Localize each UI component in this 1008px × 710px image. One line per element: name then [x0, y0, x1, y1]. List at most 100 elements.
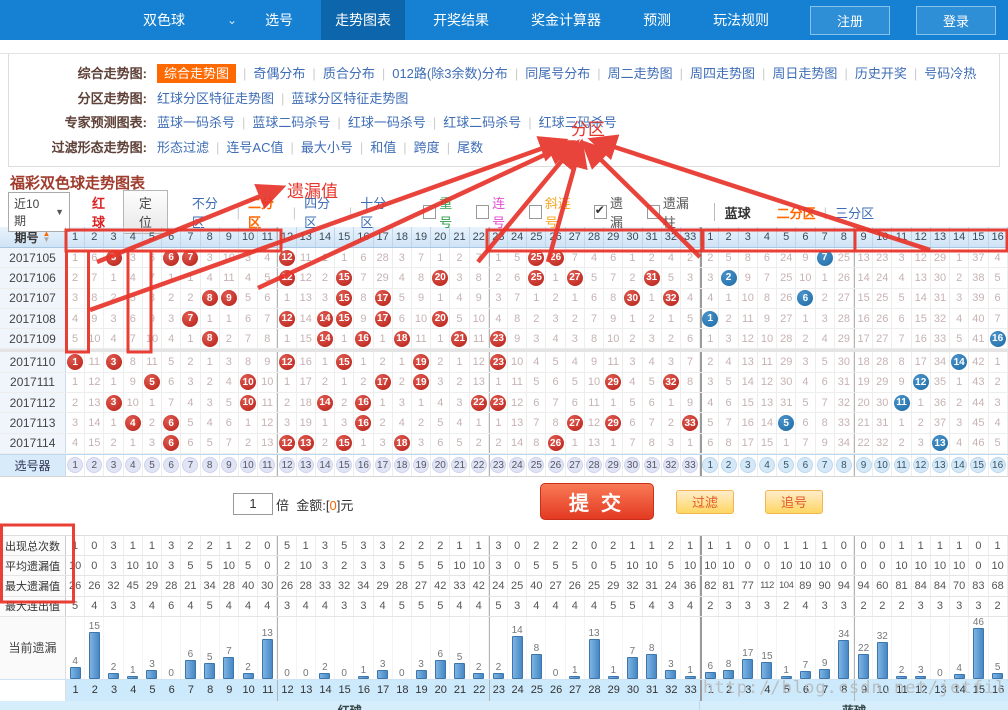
partition-tab[interactable]: 四分区 — [304, 193, 341, 231]
chart-link[interactable]: 最大小号 — [301, 140, 353, 155]
partition-tab[interactable]: 十分区 — [360, 193, 397, 231]
pick-ball[interactable]: 7 — [817, 457, 833, 473]
pick-ball[interactable]: 6 — [163, 457, 179, 473]
pick-ball[interactable]: 5 — [778, 457, 794, 473]
chart-link[interactable]: 号码冷热 — [924, 66, 976, 81]
chart-link[interactable]: 蓝球二码杀号 — [252, 115, 330, 130]
chart-link[interactable]: 连号AC值 — [226, 140, 283, 155]
partition-tab[interactable]: 不分区 — [192, 193, 229, 231]
pick-ball[interactable]: 5 — [144, 457, 160, 473]
pick-ball[interactable]: 17 — [375, 457, 391, 473]
chart-link[interactable]: 综合走势图 — [157, 64, 236, 83]
pick-ball[interactable]: 25 — [528, 457, 544, 473]
partition-tab[interactable]: 二分区 — [248, 193, 285, 231]
checkbox-遗漏柱[interactable]: 遗漏柱 — [647, 193, 700, 231]
chart-link[interactable]: 红球二码杀号 — [443, 115, 521, 130]
filter-button[interactable]: 过滤 — [676, 490, 734, 514]
pick-ball[interactable]: 10 — [874, 457, 890, 473]
chart-link[interactable]: 红球一码杀号 — [348, 115, 426, 130]
register-button[interactable]: 注册 — [810, 6, 890, 35]
pick-ball[interactable]: 12 — [913, 457, 929, 473]
chart-link[interactable]: 跨度 — [414, 140, 440, 155]
chart-link[interactable]: 奇偶分布 — [253, 66, 305, 81]
chart-link[interactable]: 尾数 — [457, 140, 483, 155]
game-select[interactable]: 双色球 ⌄ — [143, 0, 237, 40]
pick-ball[interactable]: 9 — [856, 457, 872, 473]
pick-ball[interactable]: 26 — [548, 457, 564, 473]
pick-ball[interactable]: 32 — [663, 457, 679, 473]
pick-ball[interactable]: 6 — [797, 457, 813, 473]
checkbox-box[interactable] — [529, 205, 542, 219]
pick-ball[interactable]: 12 — [279, 457, 295, 473]
pick-ball[interactable]: 18 — [394, 457, 410, 473]
nav-item-3[interactable]: 开奖结果 — [419, 0, 503, 40]
pick-ball[interactable]: 10 — [240, 457, 256, 473]
pick-ball[interactable]: 31 — [644, 457, 660, 473]
pick-ball[interactable]: 4 — [759, 457, 775, 473]
pick-ball[interactable]: 1 — [702, 457, 718, 473]
sort-icons[interactable]: ▲▼ — [43, 231, 51, 243]
checkbox-box[interactable] — [647, 205, 660, 219]
pick-ball[interactable]: 9 — [221, 457, 237, 473]
pick-ball[interactable]: 16 — [990, 457, 1006, 473]
pick-ball[interactable]: 3 — [740, 457, 756, 473]
pick-ball[interactable]: 21 — [451, 457, 467, 473]
nav-item-2[interactable]: 走势图表 — [321, 0, 405, 40]
partition-tab[interactable]: 三分区 — [835, 203, 874, 222]
checkbox-box[interactable] — [594, 205, 607, 219]
chart-link[interactable]: 周二走势图 — [608, 66, 673, 81]
pick-ball[interactable]: 27 — [567, 457, 583, 473]
period-header[interactable]: 期号▲▼ — [0, 227, 66, 247]
pick-ball[interactable]: 20 — [432, 457, 448, 473]
pick-ball[interactable]: 13 — [932, 457, 948, 473]
pick-ball[interactable]: 23 — [490, 457, 506, 473]
checkbox-重号[interactable]: 重号 — [423, 193, 464, 231]
nav-item-1[interactable]: 选号 — [251, 0, 307, 40]
pick-ball[interactable]: 30 — [624, 457, 640, 473]
nav-item-6[interactable]: 玩法规则 — [699, 0, 783, 40]
partition-tab[interactable]: 二分区 — [777, 203, 816, 222]
login-button[interactable]: 登录 — [916, 6, 996, 35]
pick-ball[interactable]: 1 — [67, 457, 83, 473]
pick-ball[interactable]: 19 — [413, 457, 429, 473]
pick-ball[interactable]: 33 — [682, 457, 698, 473]
checkbox-box[interactable] — [476, 205, 489, 219]
chart-link[interactable]: 012路(除3余数)分布 — [392, 66, 508, 81]
chase-button[interactable]: 追号 — [765, 490, 823, 514]
checkbox-box[interactable] — [423, 205, 436, 219]
nav-item-4[interactable]: 奖金计算器 — [517, 0, 615, 40]
chart-link[interactable]: 形态过滤 — [157, 140, 209, 155]
chart-link[interactable]: 周四走势图 — [690, 66, 755, 81]
pick-ball[interactable]: 22 — [471, 457, 487, 473]
pick-ball[interactable]: 8 — [836, 457, 852, 473]
chart-link[interactable]: 蓝球一码杀号 — [157, 115, 235, 130]
chart-link[interactable]: 红球分区特征走势图 — [157, 91, 274, 106]
pick-ball[interactable]: 16 — [355, 457, 371, 473]
chart-link[interactable]: 周日走势图 — [772, 66, 837, 81]
chart-link[interactable]: 质合分布 — [323, 66, 375, 81]
chart-link[interactable]: 红球三码杀号 — [539, 115, 617, 130]
pick-ball[interactable]: 11 — [259, 457, 275, 473]
range-select[interactable]: 近10期 ▼ — [8, 192, 70, 232]
pick-ball[interactable]: 2 — [721, 457, 737, 473]
pick-ball[interactable]: 15 — [336, 457, 352, 473]
pick-ball[interactable]: 24 — [509, 457, 525, 473]
checkbox-斜连号[interactable]: 斜连号 — [529, 193, 582, 231]
chart-link[interactable]: 历史开奖 — [855, 66, 907, 81]
pick-ball[interactable]: 14 — [951, 457, 967, 473]
chart-link[interactable]: 蓝球分区特征走势图 — [291, 91, 408, 106]
checkbox-连号[interactable]: 连号 — [476, 193, 517, 231]
pick-ball[interactable]: 14 — [317, 457, 333, 473]
pick-ball[interactable]: 29 — [605, 457, 621, 473]
pick-ball[interactable]: 15 — [970, 457, 986, 473]
chart-link[interactable]: 同尾号分布 — [525, 66, 590, 81]
pick-ball[interactable]: 11 — [894, 457, 910, 473]
pick-ball[interactable]: 28 — [586, 457, 602, 473]
submit-button[interactable]: 提交 — [540, 483, 654, 520]
nav-item-5[interactable]: 预测 — [629, 0, 685, 40]
pick-ball[interactable]: 13 — [298, 457, 314, 473]
pick-ball[interactable]: 2 — [86, 457, 102, 473]
pick-ball[interactable]: 4 — [125, 457, 141, 473]
checkbox-遗漏[interactable]: 遗漏 — [594, 193, 635, 231]
pick-ball[interactable]: 3 — [106, 457, 122, 473]
